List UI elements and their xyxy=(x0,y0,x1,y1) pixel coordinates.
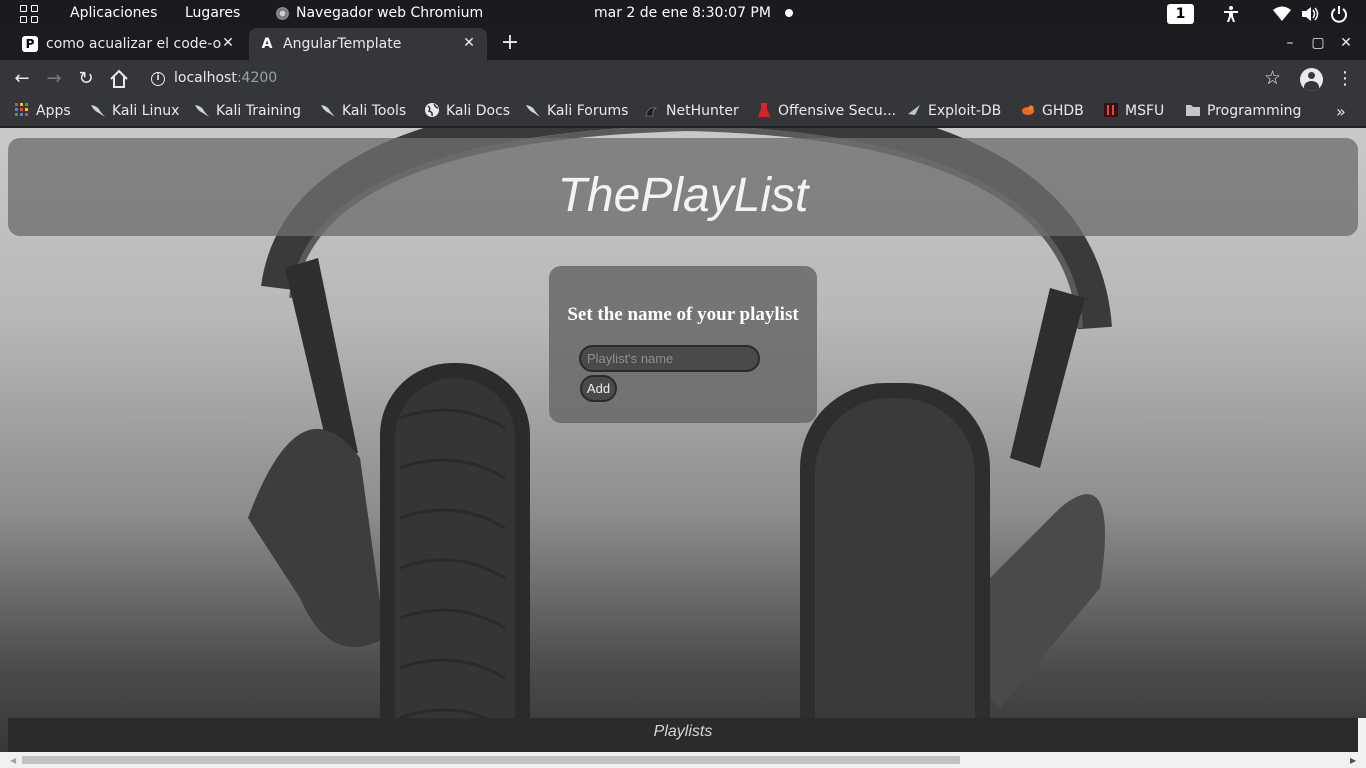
address-bar[interactable]: i localhost:4200 ☆ xyxy=(140,64,1295,94)
tab-angular-template[interactable]: A AngularTemplate ✕ xyxy=(249,28,487,60)
close-window-icon[interactable]: ✕ xyxy=(1337,34,1355,52)
bookmark-exploit-db[interactable]: Exploit-DB xyxy=(906,102,1001,124)
bookmark-label: Kali Tools xyxy=(342,103,407,119)
bookmark-offensive-security[interactable]: Offensive Secu... xyxy=(756,102,896,124)
add-button[interactable]: Add xyxy=(580,375,617,402)
scroll-left-arrow-icon[interactable]: ◀ xyxy=(10,756,16,765)
exploitdb-icon xyxy=(908,105,920,115)
bookmarks-overflow-chevron-icon[interactable]: » xyxy=(1336,102,1346,121)
home-icon[interactable] xyxy=(108,68,130,90)
browser-tab-strip: P como acualizar el code-oss ✕ A Angular… xyxy=(0,28,1366,60)
bookmark-apps[interactable]: Apps xyxy=(14,102,71,124)
maximize-window-icon[interactable]: ▢ xyxy=(1309,34,1327,52)
workspace-indicator[interactable]: 1 xyxy=(1167,4,1194,24)
globe-icon xyxy=(425,103,439,117)
profile-avatar-icon[interactable] xyxy=(1300,68,1323,91)
chromium-icon xyxy=(276,7,289,20)
footer-nav: Playlists xyxy=(8,718,1358,752)
kali-dragon-icon xyxy=(195,105,209,117)
url-host: localhost xyxy=(174,70,237,86)
reload-icon[interactable]: ↻ xyxy=(75,68,97,90)
wifi-icon[interactable] xyxy=(1272,4,1292,24)
bookmark-label: Kali Forums xyxy=(547,103,629,119)
power-icon[interactable] xyxy=(1329,4,1349,24)
bookmark-label: Programming xyxy=(1207,103,1302,119)
scroll-right-arrow-icon[interactable]: ▶ xyxy=(1350,756,1356,765)
bookmark-folder-programming[interactable]: Programming xyxy=(1185,102,1301,124)
close-tab-icon[interactable]: ✕ xyxy=(220,35,236,51)
create-playlist-form: Set the name of your playlist Add xyxy=(549,266,817,423)
places-menu[interactable]: Lugares xyxy=(185,5,240,21)
volume-icon[interactable] xyxy=(1300,4,1320,24)
active-app-menu[interactable]: Navegador web Chromium xyxy=(296,5,483,21)
bookmark-kali-training[interactable]: Kali Training xyxy=(194,102,301,124)
msfu-icon xyxy=(1104,103,1118,117)
bookmark-label: GHDB xyxy=(1042,103,1084,119)
clock-date[interactable]: mar 2 de ene xyxy=(594,5,688,21)
bookmark-ghdb[interactable]: GHDB xyxy=(1020,102,1084,124)
close-tab-icon[interactable]: ✕ xyxy=(461,35,477,51)
clock-time[interactable]: 8:30:07 PM xyxy=(692,5,771,21)
browser-toolbar: ← → ↻ i localhost:4200 ☆ ⋮ xyxy=(0,60,1366,98)
applications-menu[interactable]: Aplicaciones xyxy=(70,5,157,21)
apps-grid-icon xyxy=(15,103,28,116)
bookmark-label: Kali Linux xyxy=(112,103,180,119)
kali-dragon-icon xyxy=(321,105,335,117)
bookmark-kali-docs[interactable]: Kali Docs xyxy=(424,102,510,124)
playlist-name-input[interactable] xyxy=(579,345,760,372)
bookmark-kali-forums[interactable]: Kali Forums xyxy=(525,102,628,124)
bookmark-kali-tools[interactable]: Kali Tools xyxy=(320,102,406,124)
site-title: ThePlayList xyxy=(557,169,809,222)
page-viewport: ThePlayList Set the name of your playlis… xyxy=(0,128,1366,768)
nethunter-icon xyxy=(645,107,658,117)
bookmark-label: Kali Training xyxy=(216,103,301,119)
back-arrow-icon[interactable]: ← xyxy=(11,68,33,90)
bookmark-label: Exploit-DB xyxy=(928,103,1002,119)
tab-title: AngularTemplate xyxy=(283,36,402,52)
bookmark-label: Kali Docs xyxy=(446,103,511,119)
tab-favicon-angular-icon: A xyxy=(261,36,273,52)
forward-arrow-icon[interactable]: → xyxy=(43,68,65,90)
bookmark-nethunter[interactable]: NetHunter xyxy=(644,102,739,124)
activities-grid-icon[interactable] xyxy=(20,5,38,23)
offsec-icon xyxy=(758,103,770,117)
new-tab-plus-icon[interactable]: + xyxy=(499,32,521,54)
form-heading: Set the name of your playlist xyxy=(567,304,799,325)
horizontal-scrollbar[interactable]: ◀ ▶ xyxy=(0,752,1366,768)
notification-dot-icon xyxy=(785,9,793,17)
ghdb-icon xyxy=(1022,105,1034,115)
playlists-link[interactable]: Playlists xyxy=(654,723,713,741)
minimize-window-icon[interactable]: – xyxy=(1281,34,1299,52)
bookmark-label: NetHunter xyxy=(666,103,739,119)
system-top-bar: Aplicaciones Lugares Navegador web Chrom… xyxy=(0,0,1366,28)
site-header: ThePlayList xyxy=(8,138,1358,236)
bookmark-kali-linux[interactable]: Kali Linux xyxy=(90,102,179,124)
kali-dragon-icon xyxy=(91,105,105,117)
bookmark-star-icon[interactable]: ☆ xyxy=(1264,67,1281,89)
horizontal-scroll-thumb[interactable] xyxy=(22,756,960,764)
tab-favicon-p-icon: P xyxy=(22,36,38,52)
accessibility-icon[interactable] xyxy=(1221,4,1241,24)
url-text[interactable]: localhost:4200 xyxy=(174,70,277,86)
tab-title: como acualizar el code-oss xyxy=(46,36,222,52)
more-menu-icon[interactable]: ⋮ xyxy=(1336,68,1354,90)
kali-dragon-icon xyxy=(526,105,540,117)
vertical-scrollbar[interactable] xyxy=(1358,718,1366,752)
folder-icon xyxy=(1186,105,1200,116)
tab-code-oss[interactable]: P como acualizar el code-oss ✕ xyxy=(12,28,246,60)
bookmark-label: Offensive Secu... xyxy=(778,103,897,119)
site-info-icon[interactable]: i xyxy=(151,72,165,86)
bookmark-msfu[interactable]: MSFU xyxy=(1103,102,1164,124)
bookmark-label: Apps xyxy=(36,103,71,119)
url-port: :4200 xyxy=(236,70,278,86)
bookmarks-bar: Apps Kali Linux Kali Training Kali Tools… xyxy=(0,98,1366,127)
bookmark-label: MSFU xyxy=(1125,103,1165,119)
